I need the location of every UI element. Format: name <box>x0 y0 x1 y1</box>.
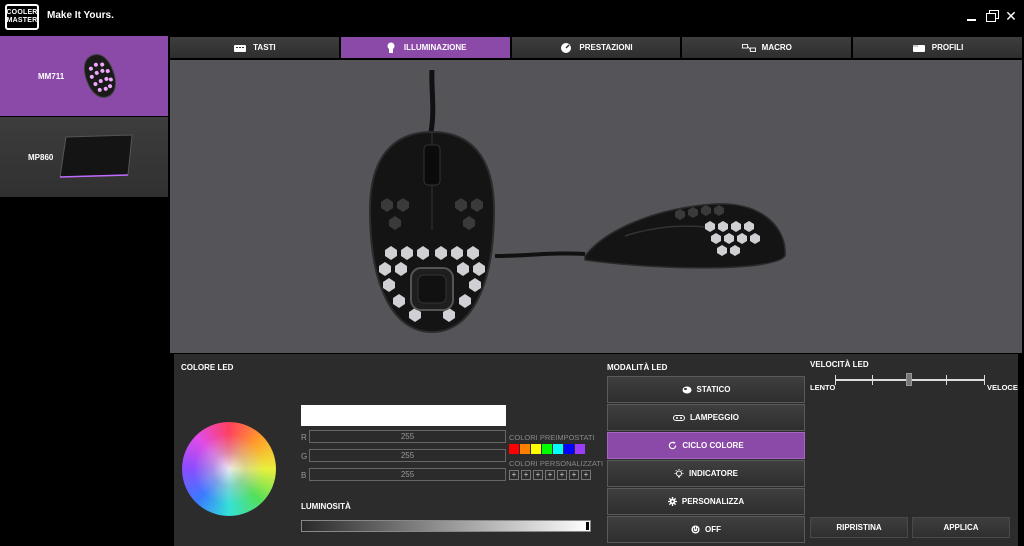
reset-button[interactable]: RIPRISTINA <box>810 517 908 538</box>
led-mode-list: STATICO LAMPEGGIO CICLO COLORE INDICATOR… <box>607 376 807 544</box>
mode-color-cycle-button[interactable]: CICLO COLORE <box>607 432 805 459</box>
device-preview <box>170 60 1022 353</box>
mode-indicator-button[interactable]: INDICATORE <box>607 460 805 487</box>
device-label: MP860 <box>28 153 54 162</box>
preset-swatch[interactable] <box>553 444 563 454</box>
profile-icon <box>912 43 926 53</box>
mouse-side-view-image <box>495 203 786 269</box>
mode-off-button[interactable]: OFF <box>607 516 805 543</box>
breathing-icon <box>673 414 686 421</box>
r-value-field[interactable]: 255 <box>309 430 506 443</box>
main-tabs: TASTI ILLUMINAZIONE PRESTAZIONI MACRO PR… <box>170 37 1022 58</box>
logo-text-top: COOLER <box>6 9 38 16</box>
mode-static-button[interactable]: STATICO <box>607 376 805 403</box>
led-mode-title: MODALITÀ LED <box>607 363 668 372</box>
slider-tick <box>872 375 873 385</box>
led-speed-slider[interactable] <box>835 373 985 386</box>
apply-button[interactable]: APPLICA <box>912 517 1010 538</box>
power-icon <box>691 525 700 534</box>
tab-performance[interactable]: PRESTAZIONI <box>511 37 681 58</box>
bulb-icon <box>384 42 398 53</box>
brightness-label: LUMINOSITÀ <box>301 502 351 511</box>
indicator-icon <box>674 468 684 477</box>
cooler-master-logo: COOLER MASTER <box>5 4 39 30</box>
minimize-button[interactable] <box>965 9 979 23</box>
device-item-mm711[interactable]: MM711 <box>0 36 168 116</box>
brightness-slider-thumb[interactable] <box>586 522 589 530</box>
mode-label: PERSONALIZZA <box>681 497 745 506</box>
g-label: G <box>301 452 308 461</box>
add-custom-color-button[interactable]: + <box>509 470 519 480</box>
preset-swatch[interactable] <box>520 444 530 454</box>
add-custom-color-button[interactable]: + <box>521 470 531 480</box>
color-wheel[interactable] <box>182 422 276 516</box>
led-color-title: COLORE LED <box>181 363 234 372</box>
logo-text-bottom: MASTER <box>6 17 38 24</box>
tab-keys[interactable]: TASTI <box>170 37 339 58</box>
slider-tick <box>946 375 947 385</box>
preset-swatch[interactable] <box>575 444 585 454</box>
speed-slow-label: LENTO <box>810 383 836 392</box>
slider-tick <box>835 375 836 385</box>
add-custom-color-button[interactable]: + <box>581 470 591 480</box>
preset-swatch[interactable] <box>509 444 519 454</box>
mouse-top-view-image <box>368 70 496 334</box>
cycle-icon <box>669 441 677 450</box>
slider-tick <box>984 375 985 385</box>
tab-profiles[interactable]: PROFILI <box>853 37 1022 58</box>
tab-label: TASTI <box>253 43 276 52</box>
b-label: B <box>301 471 307 480</box>
preset-colors <box>509 444 585 454</box>
preset-swatch[interactable] <box>531 444 541 454</box>
mode-label: LAMPEGGIO <box>690 413 739 422</box>
gear-icon <box>667 497 677 506</box>
tab-label: ILLUMINAZIONE <box>403 43 467 52</box>
mode-label: INDICATORE <box>688 469 739 478</box>
add-custom-color-button[interactable]: + <box>557 470 567 480</box>
brightness-slider[interactable] <box>301 520 591 532</box>
tab-lighting[interactable]: ILLUMINAZIONE <box>340 37 510 58</box>
tab-macro[interactable]: MACRO <box>682 37 852 58</box>
b-value-field[interactable]: 255 <box>309 468 506 481</box>
mode-label: CICLO COLORE <box>682 441 744 450</box>
g-value-field[interactable]: 255 <box>309 449 506 462</box>
macro-icon <box>741 43 756 53</box>
device-item-mp860[interactable]: MP860 <box>0 117 168 197</box>
preset-swatch[interactable] <box>564 444 574 454</box>
static-icon <box>682 386 692 393</box>
tab-label: MACRO <box>761 43 792 52</box>
keyboard-icon <box>233 43 247 53</box>
device-sidebar: MM711 MP860 <box>0 36 168 546</box>
mode-label: STATICO <box>696 385 731 394</box>
add-custom-color-button[interactable]: + <box>533 470 543 480</box>
mouse-thumbnail-icon <box>83 54 116 98</box>
custom-colors: + + + + + + + <box>509 470 591 480</box>
tab-label: PROFILI <box>931 43 964 52</box>
add-custom-color-button[interactable]: + <box>545 470 555 480</box>
title-bar: COOLER MASTER Make It Yours. ✕ <box>0 0 1024 36</box>
app-window: COOLER MASTER Make It Yours. ✕ MM711 MP8… <box>0 0 1024 546</box>
maximize-button[interactable] <box>985 9 999 23</box>
custom-colors-label: COLORI PERSONALIZZATI <box>509 459 604 468</box>
preset-colors-label: COLORI PREIMPOSTATI <box>509 433 595 442</box>
mode-customize-button[interactable]: PERSONALIZZA <box>607 488 805 515</box>
speed-slider-thumb[interactable] <box>906 373 912 386</box>
close-button[interactable]: ✕ <box>1004 9 1018 23</box>
device-label: MM711 <box>38 72 65 81</box>
color-preview <box>301 405 506 426</box>
gauge-icon <box>559 42 573 53</box>
speed-fast-label: VELOCE <box>987 383 1018 392</box>
led-speed-title: VELOCITÀ LED <box>810 360 869 369</box>
mousepad-thumbnail-icon <box>59 134 133 178</box>
r-label: R <box>301 433 307 442</box>
tagline: Make It Yours. <box>47 10 114 21</box>
tab-label: PRESTAZIONI <box>579 43 633 52</box>
mode-label: OFF <box>705 525 721 534</box>
preset-swatch[interactable] <box>542 444 552 454</box>
mode-breathing-button[interactable]: LAMPEGGIO <box>607 404 805 431</box>
add-custom-color-button[interactable]: + <box>569 470 579 480</box>
lighting-settings-panel: COLORE LED R 255 G 255 B 255 COLORI PREI… <box>174 354 1018 546</box>
